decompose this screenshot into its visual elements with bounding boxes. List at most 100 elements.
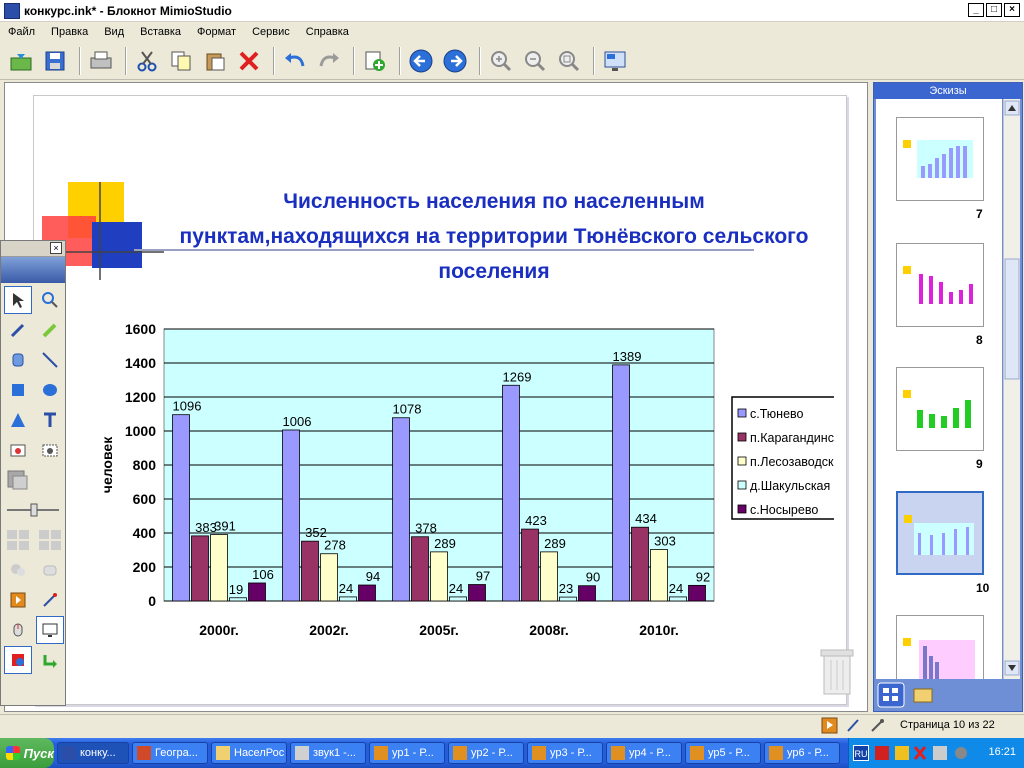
tools-palette: × bbox=[0, 240, 66, 706]
menu-tools[interactable]: Сервис bbox=[244, 26, 298, 38]
bar bbox=[521, 528, 539, 602]
presentation-tool-icon[interactable] bbox=[4, 586, 32, 614]
x-tick-label: 2000г. bbox=[199, 622, 238, 638]
zoom-tool-icon[interactable] bbox=[36, 286, 64, 314]
taskbar-item-folder[interactable]: НаселРос bbox=[211, 742, 287, 764]
group-tool-icon[interactable] bbox=[4, 556, 32, 584]
text-tool-icon[interactable] bbox=[36, 406, 64, 434]
taskbar-item-ur2[interactable]: ур2 - Р... bbox=[448, 742, 524, 764]
data-label: 434 bbox=[635, 511, 657, 526]
pen-tool-icon[interactable] bbox=[4, 316, 32, 344]
taskbar: Пуск конку... Геогра... НаселРос звук1 -… bbox=[0, 738, 1024, 768]
triangle-tool-icon[interactable] bbox=[4, 406, 32, 434]
thumbnail-slide-8[interactable] bbox=[896, 243, 984, 327]
menu-format[interactable]: Формат bbox=[189, 26, 244, 38]
ellipse-tool-icon[interactable] bbox=[36, 376, 64, 404]
taskbar-label: ур1 - Р... bbox=[392, 747, 434, 759]
fill-pattern-icon[interactable] bbox=[36, 526, 64, 554]
maximize-button[interactable]: □ bbox=[986, 3, 1002, 17]
open-icon[interactable] bbox=[6, 46, 36, 76]
menu-file[interactable]: Файл bbox=[0, 26, 43, 38]
zoom-fit-icon[interactable] bbox=[554, 46, 584, 76]
clock[interactable]: 16:21 bbox=[988, 746, 1016, 758]
taskbar-item-ur3[interactable]: ур3 - Р... bbox=[527, 742, 603, 764]
slide-page[interactable]: Численность населения по населенным пунк… bbox=[33, 95, 854, 705]
ungroup-tool-icon[interactable] bbox=[36, 556, 64, 584]
x-tick-label: 2010г. bbox=[639, 622, 678, 638]
cut-icon[interactable] bbox=[132, 46, 162, 76]
capture-tool-icon[interactable] bbox=[36, 436, 64, 464]
recycle-arrow-icon[interactable] bbox=[36, 646, 64, 674]
tools-wand-icon[interactable] bbox=[36, 586, 64, 614]
eraser-tool-icon[interactable] bbox=[4, 346, 32, 374]
data-label: 1078 bbox=[393, 402, 422, 417]
thumbnail-slide-11[interactable] bbox=[896, 615, 984, 679]
start-button[interactable]: Пуск bbox=[0, 738, 54, 768]
zoom-in-icon[interactable] bbox=[486, 46, 516, 76]
y-tick-label: 600 bbox=[133, 491, 157, 507]
presentation-icon bbox=[532, 746, 546, 760]
thumbnail-slide-10[interactable] bbox=[896, 491, 984, 575]
data-label: 90 bbox=[586, 570, 600, 585]
zoom-out-icon[interactable] bbox=[520, 46, 550, 76]
delete-icon[interactable] bbox=[234, 46, 264, 76]
image-tool-icon[interactable] bbox=[4, 436, 32, 464]
fill-pattern-icon[interactable] bbox=[4, 526, 32, 554]
language-indicator[interactable]: RU bbox=[853, 745, 869, 761]
menu-edit[interactable]: Правка bbox=[43, 26, 96, 38]
slide-title: Численность населения по населенным пунк… bbox=[179, 190, 809, 283]
canvas-area[interactable]: Численность населения по населенным пунк… bbox=[4, 82, 868, 712]
status-bar: Страница 10 из 22 bbox=[0, 714, 1024, 736]
taskbar-label: НаселРос bbox=[234, 747, 285, 759]
trash-icon[interactable] bbox=[818, 644, 856, 698]
thumbnail-slide-9[interactable] bbox=[896, 367, 984, 451]
paste-icon[interactable] bbox=[200, 46, 230, 76]
data-label: 19 bbox=[229, 582, 243, 597]
highlighter-tool-icon[interactable] bbox=[36, 316, 64, 344]
thumbnail-slide-7[interactable] bbox=[896, 117, 984, 201]
taskbar-item-ur5[interactable]: ур5 - Р... bbox=[685, 742, 761, 764]
taskbar-item-geography[interactable]: Геогра... bbox=[132, 742, 208, 764]
mouse-mode-icon[interactable] bbox=[4, 616, 32, 644]
copy-icon[interactable] bbox=[166, 46, 196, 76]
palette-header[interactable]: × bbox=[1, 241, 65, 257]
data-label: 1269 bbox=[503, 369, 532, 384]
taskbar-item-ur6[interactable]: ур6 - Р... bbox=[764, 742, 840, 764]
screen-icon[interactable] bbox=[600, 46, 630, 76]
save-icon[interactable] bbox=[40, 46, 70, 76]
new-page-icon[interactable] bbox=[360, 46, 390, 76]
line-tool-icon[interactable] bbox=[36, 346, 64, 374]
select-tool-icon[interactable] bbox=[4, 286, 32, 314]
bar bbox=[301, 540, 319, 602]
taskbar-item-ur1[interactable]: ур1 - Р... bbox=[369, 742, 445, 764]
thumbnails-footer bbox=[874, 679, 1022, 711]
forward-icon[interactable] bbox=[440, 46, 470, 76]
gallery-icon[interactable] bbox=[4, 646, 32, 674]
menu-help[interactable]: Справка bbox=[298, 26, 357, 38]
back-icon[interactable] bbox=[406, 46, 436, 76]
thumbnail-number: 7 bbox=[976, 207, 983, 221]
rectangle-tool-icon[interactable] bbox=[4, 376, 32, 404]
data-label: 378 bbox=[415, 521, 437, 536]
palette-close-button[interactable]: × bbox=[50, 242, 62, 254]
taskbar-label: звук1 -... bbox=[313, 747, 356, 759]
close-button[interactable]: × bbox=[1004, 3, 1020, 17]
monitor-mode-icon[interactable] bbox=[36, 616, 64, 644]
redo-icon[interactable] bbox=[314, 46, 344, 76]
menu-insert[interactable]: Вставка bbox=[132, 26, 189, 38]
legend-swatch bbox=[737, 456, 747, 466]
thumbnails-scrollbar[interactable] bbox=[1003, 99, 1020, 679]
undo-icon[interactable] bbox=[280, 46, 310, 76]
print-icon[interactable] bbox=[86, 46, 116, 76]
taskbar-item-mimio[interactable]: конку... bbox=[57, 742, 129, 764]
minimize-button[interactable]: _ bbox=[968, 3, 984, 17]
bar bbox=[191, 535, 209, 602]
menu-view[interactable]: Вид bbox=[96, 26, 132, 38]
bar bbox=[320, 553, 338, 602]
thumbnail-number: 9 bbox=[976, 457, 983, 471]
presentation-icon bbox=[690, 746, 704, 760]
color-swatch-icon[interactable] bbox=[4, 466, 32, 494]
taskbar-item-sound[interactable]: звук1 -... bbox=[290, 742, 366, 764]
bar bbox=[392, 417, 410, 602]
taskbar-item-ur4[interactable]: ур4 - Р... bbox=[606, 742, 682, 764]
